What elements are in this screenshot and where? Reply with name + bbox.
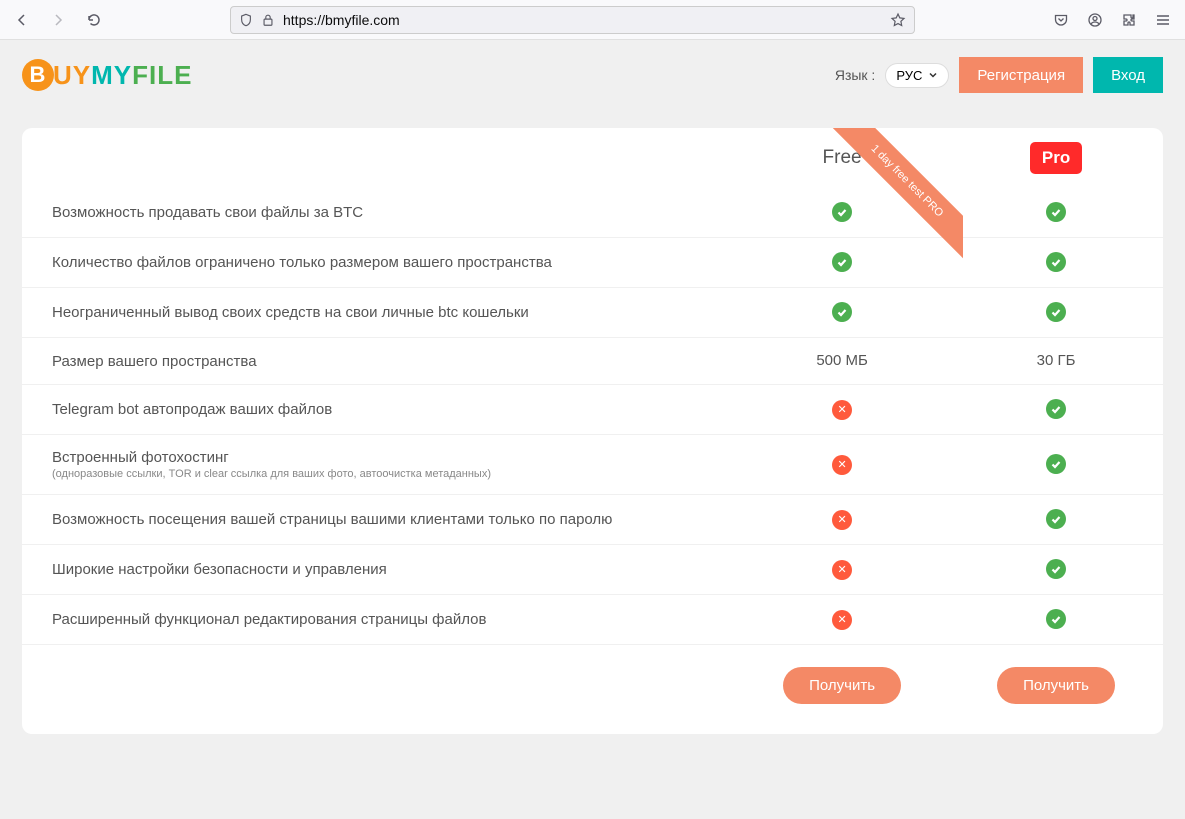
feature-subtext: (одноразовые ссылки, TOR и clear ссылка … — [52, 468, 735, 480]
check-icon — [1046, 202, 1066, 222]
browser-toolbar: https://bmyfile.com — [0, 0, 1185, 40]
site-header: B UY MY FILE Язык : РУС Регистрация Вход — [0, 40, 1185, 110]
account-icon[interactable] — [1087, 12, 1103, 28]
feature-label: Широкие настройки безопасности и управле… — [52, 561, 387, 578]
lock-icon — [261, 13, 275, 27]
cross-icon: ✕ — [832, 560, 852, 580]
feature-label: Возможность посещения вашей страницы ваш… — [52, 511, 612, 528]
feature-label: Расширенный функционал редактирования ст… — [52, 611, 486, 628]
chevron-down-icon — [928, 70, 938, 80]
pricing-card: 1 day free test PRO Free Pro Возможность… — [22, 128, 1163, 734]
feature-row: Расширенный функционал редактирования ст… — [22, 595, 1163, 645]
bookmark-star-icon[interactable] — [890, 12, 906, 28]
check-icon — [1046, 609, 1066, 629]
feature-row: Количество файлов ограничено только разм… — [22, 238, 1163, 288]
feature-label: Возможность продавать свои файлы за BTC — [52, 204, 363, 221]
feature-value: 500 МБ — [816, 352, 868, 369]
site-logo[interactable]: B UY MY FILE — [22, 59, 192, 91]
feature-label: Telegram bot автопродаж ваших файлов — [52, 401, 332, 418]
forward-icon[interactable] — [50, 12, 66, 28]
check-icon — [1046, 454, 1066, 474]
get-free-button[interactable]: Получить — [783, 667, 901, 704]
feature-label: Размер вашего пространства — [52, 353, 257, 370]
feature-row: Широкие настройки безопасности и управле… — [22, 545, 1163, 595]
feature-label: Неограниченный вывод своих средств на св… — [52, 304, 529, 321]
feature-row: Встроенный фотохостинг (одноразовые ссылк… — [22, 435, 1163, 495]
feature-row: Неограниченный вывод своих средств на св… — [22, 288, 1163, 338]
feature-row: Telegram bot автопродаж ваших файлов ✕ — [22, 385, 1163, 435]
menu-icon[interactable] — [1155, 12, 1171, 28]
check-icon — [1046, 399, 1066, 419]
cross-icon: ✕ — [832, 610, 852, 630]
get-pro-button[interactable]: Получить — [997, 667, 1115, 704]
reload-icon[interactable] — [86, 12, 102, 28]
feature-value: 30 ГБ — [1037, 352, 1076, 369]
check-icon — [1046, 302, 1066, 322]
feature-row: Размер вашего пространства 500 МБ 30 ГБ — [22, 338, 1163, 385]
check-icon — [832, 252, 852, 272]
register-button[interactable]: Регистрация — [959, 57, 1083, 93]
check-icon — [832, 302, 852, 322]
check-icon — [832, 202, 852, 222]
pricing-table: Free Pro Возможность продавать свои файл… — [22, 128, 1163, 734]
check-icon — [1046, 509, 1066, 529]
pocket-icon[interactable] — [1053, 12, 1069, 28]
check-icon — [1046, 252, 1066, 272]
language-label: Язык : — [835, 67, 876, 83]
cross-icon: ✕ — [832, 455, 852, 475]
shield-icon — [239, 13, 253, 27]
feature-label: Количество файлов ограничено только разм… — [52, 254, 552, 271]
language-select[interactable]: РУС — [885, 63, 949, 88]
url-text: https://bmyfile.com — [283, 12, 882, 28]
back-icon[interactable] — [14, 12, 30, 28]
feature-row: Возможность продавать свои файлы за BTC — [22, 188, 1163, 238]
address-bar[interactable]: https://bmyfile.com — [230, 6, 915, 34]
feature-label: Встроенный фотохостинг — [52, 449, 229, 466]
bitcoin-icon: B — [22, 59, 54, 91]
login-button[interactable]: Вход — [1093, 57, 1163, 93]
cross-icon: ✕ — [832, 400, 852, 420]
plan-free-header: Free — [823, 147, 862, 168]
cross-icon: ✕ — [832, 510, 852, 530]
check-icon — [1046, 559, 1066, 579]
plan-pro-header: Pro — [1030, 142, 1082, 174]
feature-row: Возможность посещения вашей страницы ваш… — [22, 495, 1163, 545]
extensions-icon[interactable] — [1121, 12, 1137, 28]
